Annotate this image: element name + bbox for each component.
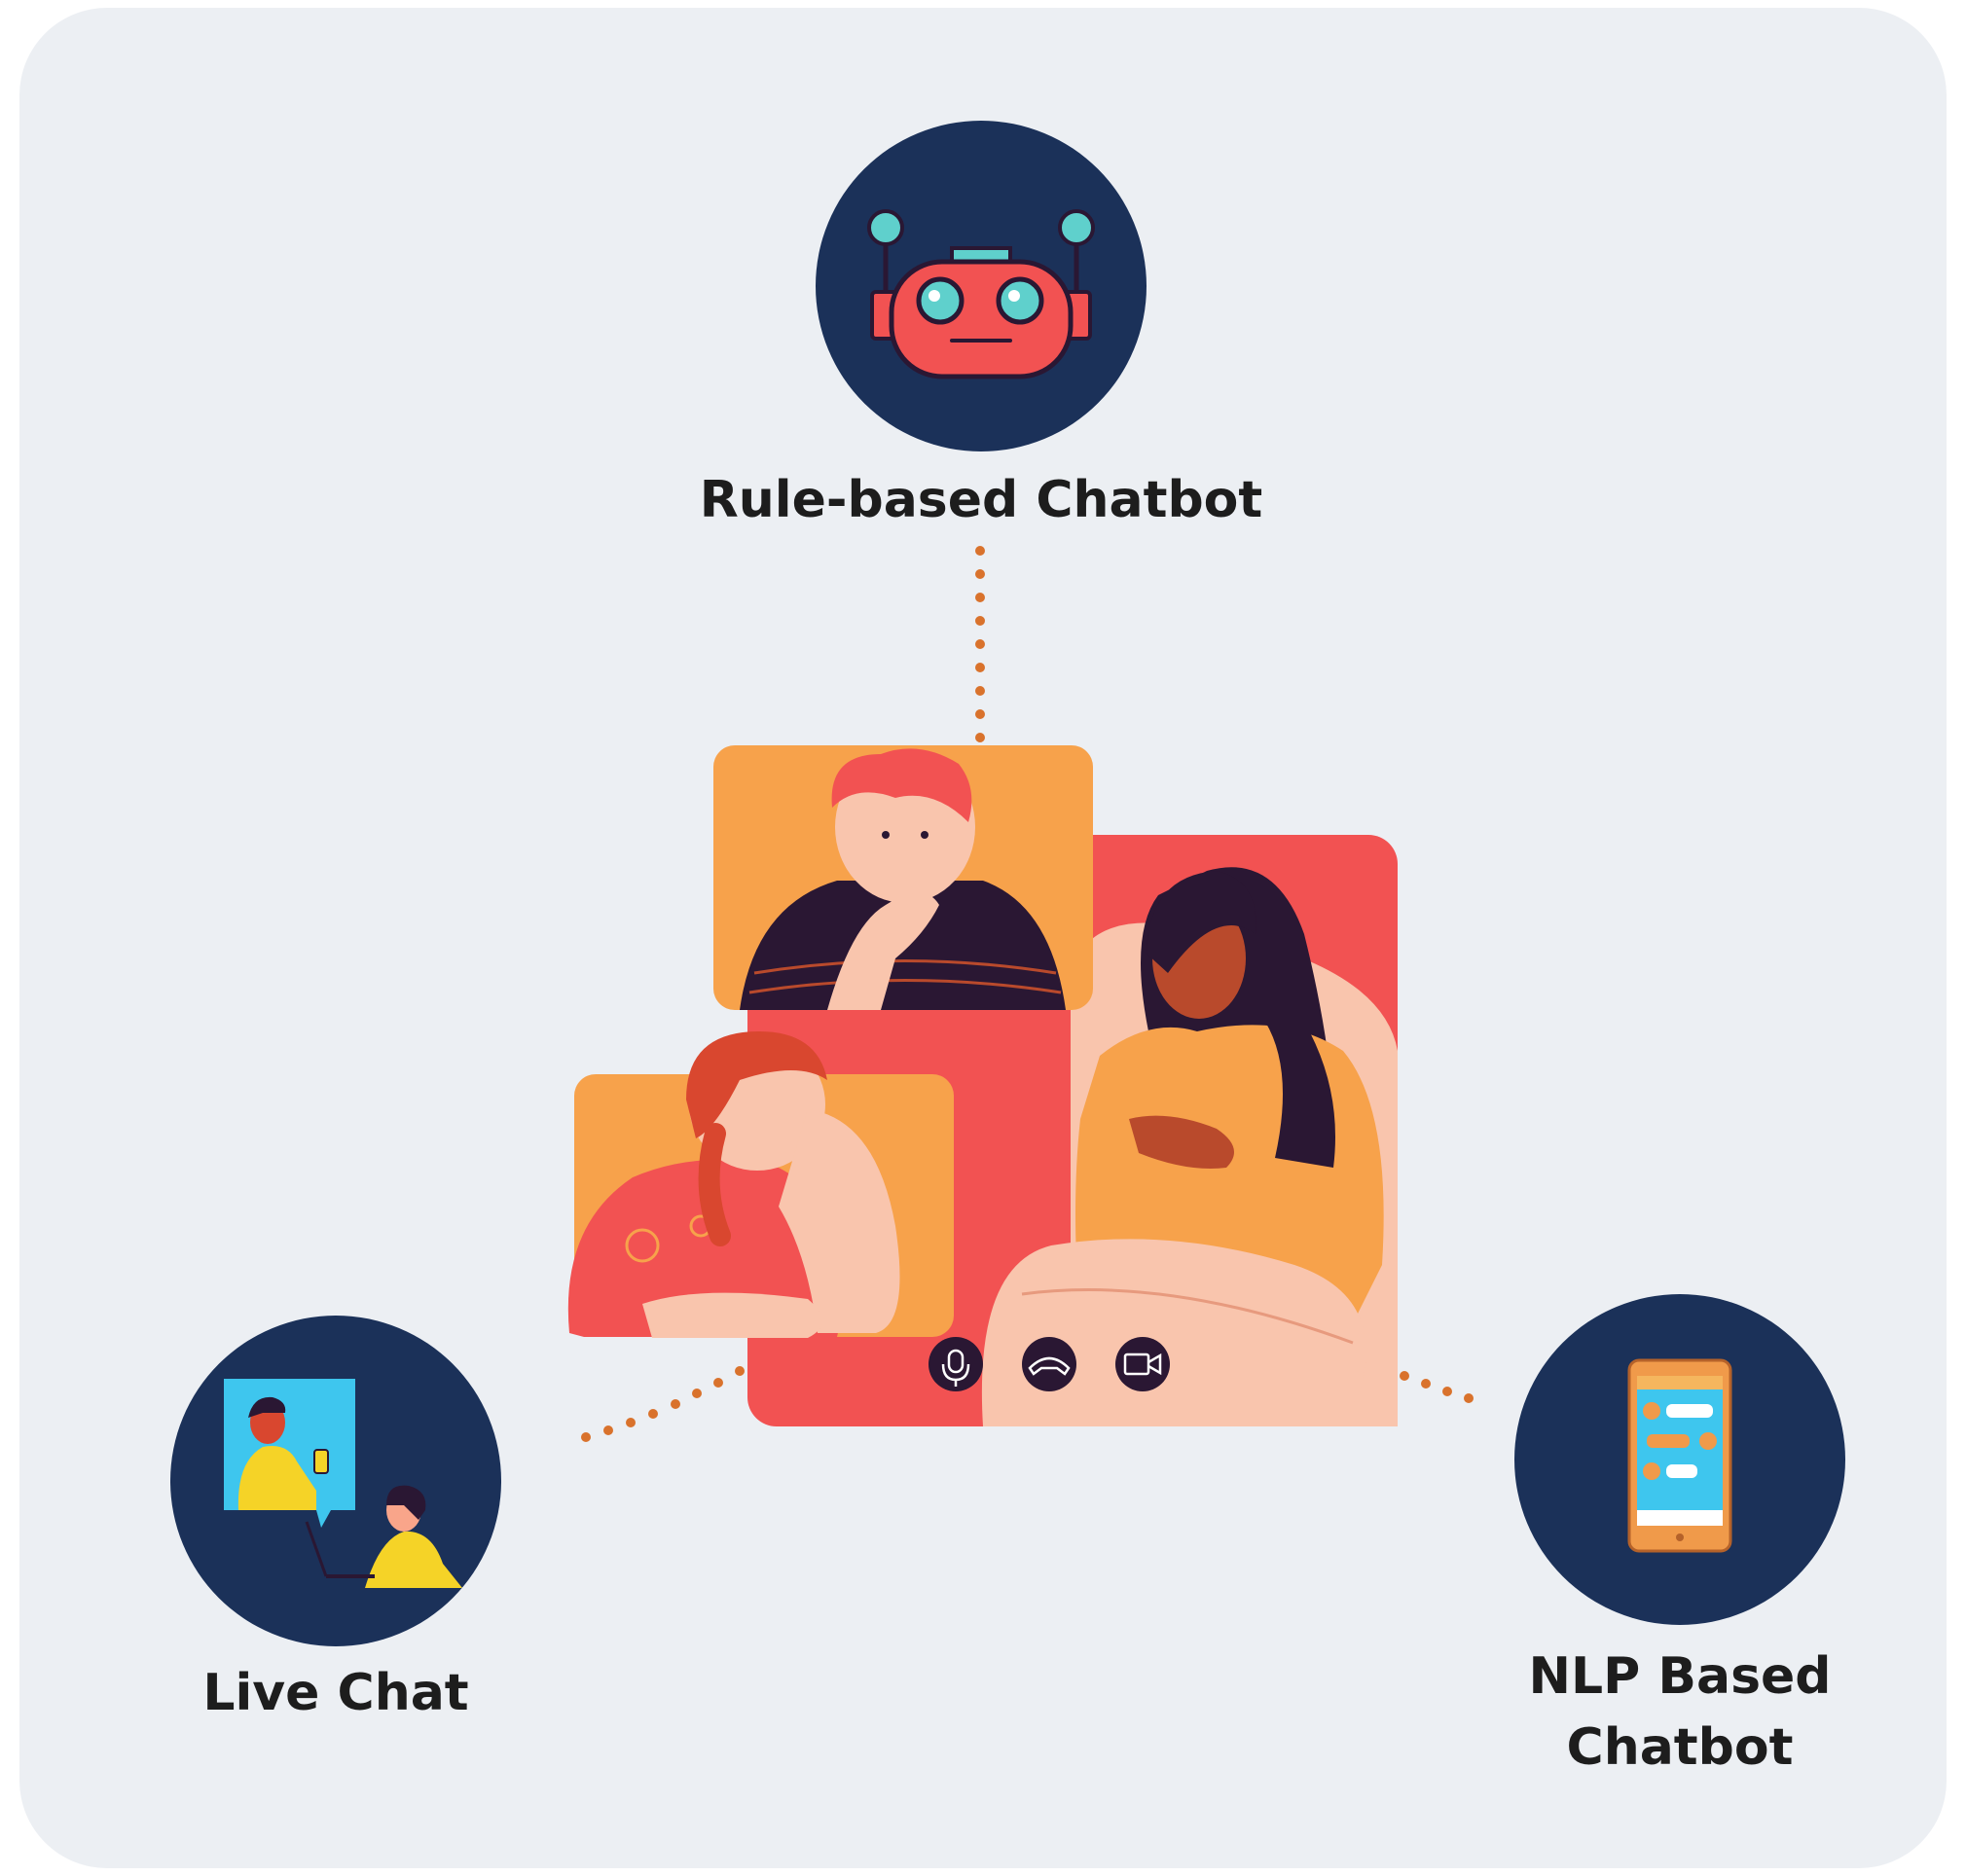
label-nlp-line1: NLP Based	[1528, 1647, 1832, 1706]
hang-up-icon[interactable]	[1022, 1337, 1076, 1391]
label-nlp-line2: Chatbot	[1566, 1717, 1794, 1777]
live-chat-people-icon	[224, 1379, 462, 1588]
smartphone-chat-icon	[1627, 1358, 1732, 1553]
call-controls	[928, 1337, 1170, 1391]
video-camera-icon[interactable]	[1115, 1337, 1170, 1391]
node-nlp-based	[1514, 1294, 1845, 1625]
node-rule-based	[816, 121, 1147, 451]
label-nlp-based: NLP Based Chatbot	[1485, 1642, 1875, 1784]
label-live-chat: Live Chat	[202, 1664, 469, 1722]
robot-icon	[867, 209, 1095, 379]
label-rule-based: Rule-based Chatbot	[699, 471, 1263, 529]
node-live-chat	[170, 1316, 501, 1646]
